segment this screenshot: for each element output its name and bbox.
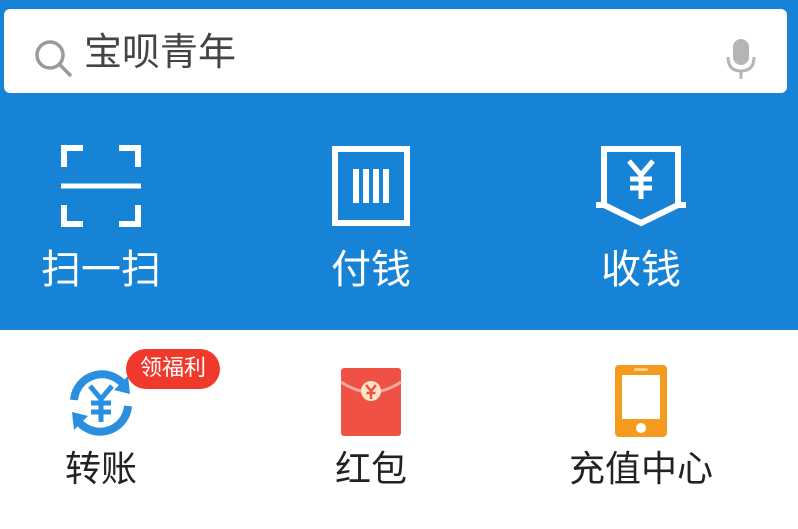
promo-badge[interactable]: 领福利 (126, 349, 221, 389)
receive-money-icon (596, 146, 686, 227)
search-input[interactable]: 宝呗青年 (84, 30, 236, 74)
header-panel: 宝呗青年 扫一扫 付钱 收钱 (0, 0, 798, 330)
scan-icon (61, 145, 141, 227)
pay-label: 付钱 (331, 247, 411, 293)
phone-recharge-icon (615, 365, 667, 437)
receive-money-label: 收钱 (601, 247, 681, 293)
red-envelope-icon (340, 368, 402, 436)
pay-button[interactable]: 付钱 (256, 145, 486, 305)
red-envelope-label: 红包 (334, 449, 407, 490)
recharge-center-label: 充值中心 (568, 449, 713, 490)
recharge-center-button[interactable]: 充值中心 (526, 350, 756, 520)
receive-money-button[interactable]: 收钱 (526, 145, 756, 305)
red-envelope-button[interactable]: 红包 (256, 350, 486, 520)
scan-button[interactable]: 扫一扫 (0, 145, 216, 305)
search-bar[interactable]: 宝呗青年 (4, 9, 787, 93)
barcode-pay-icon (332, 146, 410, 226)
transfer-label: 转账 (64, 449, 137, 490)
search-icon (35, 40, 72, 77)
microphone-icon[interactable] (724, 37, 758, 81)
scan-label: 扫一扫 (41, 247, 161, 293)
